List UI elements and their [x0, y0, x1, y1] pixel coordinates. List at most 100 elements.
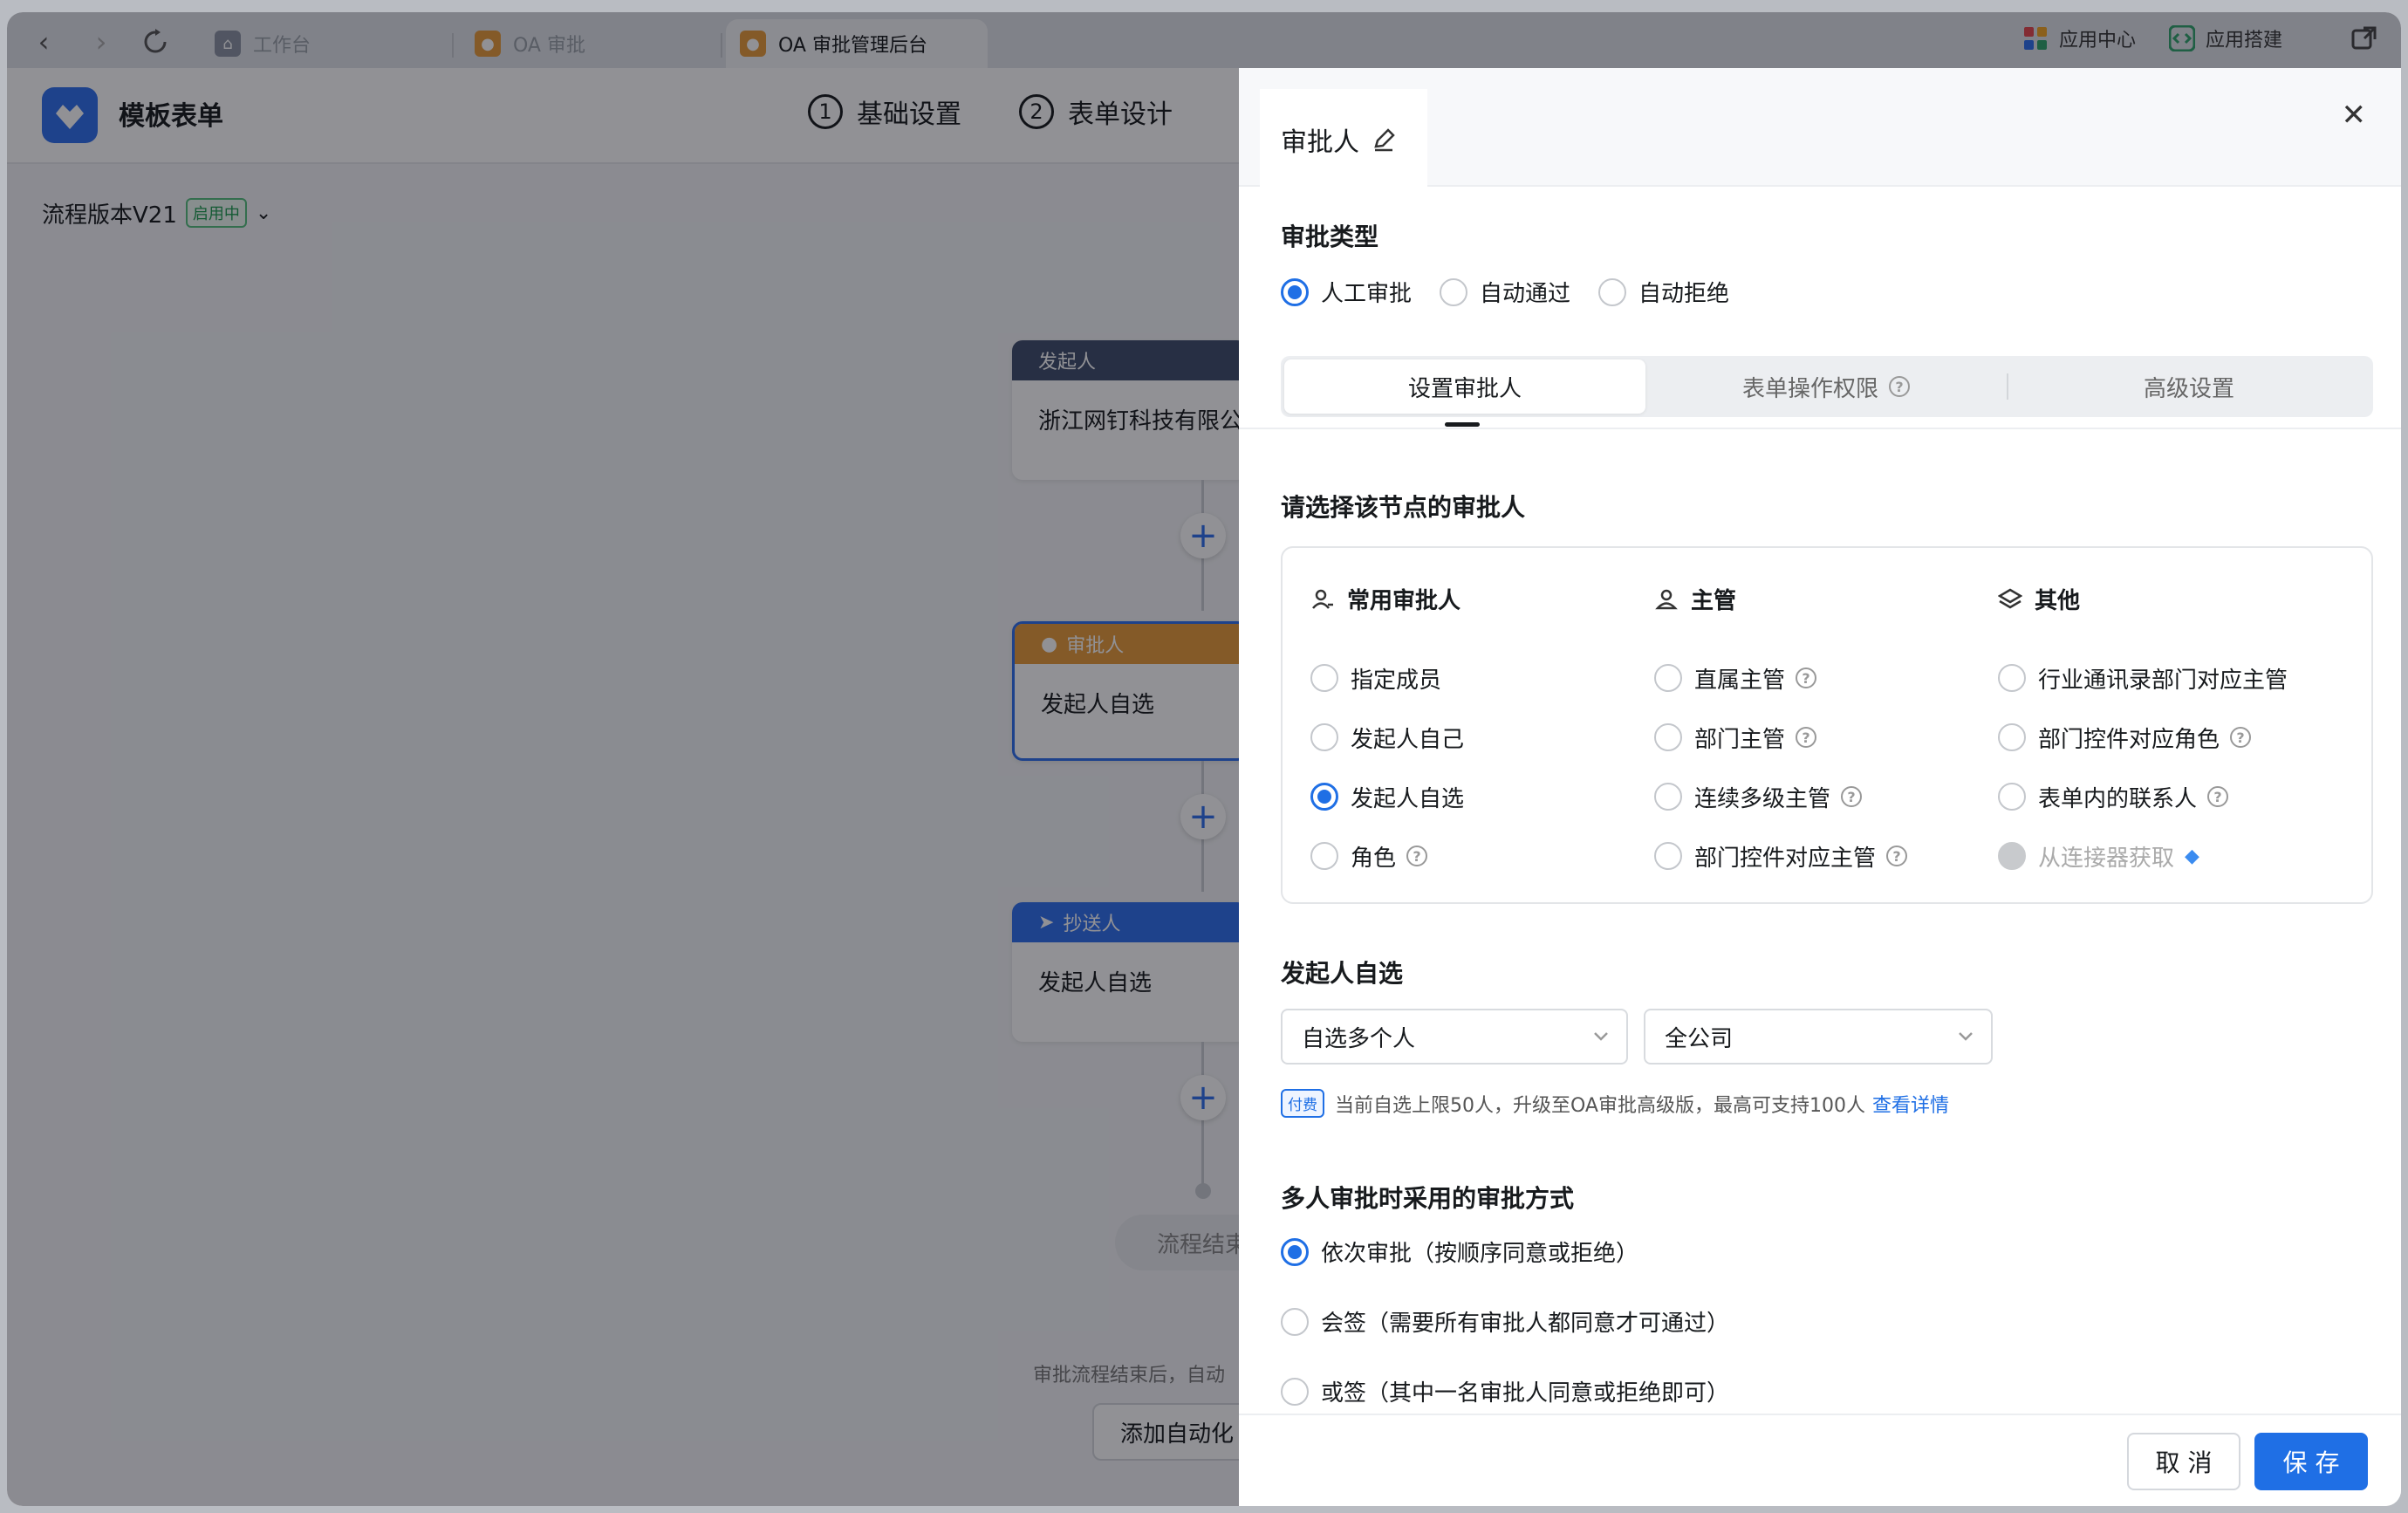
option-label: 表单内的联系人 [2038, 785, 2198, 812]
option-label: 从连接器获取 [2038, 845, 2175, 872]
tab-label: 表单操作权限 [1741, 375, 1878, 402]
tab-set-approver[interactable]: 设置审批人 [1284, 359, 1645, 414]
settings-segmented-control: 设置审批人 表单操作权限 ? 高级设置 [1281, 356, 2373, 417]
radio[interactable] [1654, 783, 1682, 811]
help-icon[interactable]: ? [1886, 846, 1908, 866]
user-icon [1312, 589, 1333, 609]
opt-direct-supervisor[interactable]: 直属主管? [1654, 648, 1907, 708]
radio-label: 会签（需要所有审批人都同意才可通过） [1321, 1311, 1730, 1337]
edit-icon[interactable] [1372, 127, 1396, 152]
cancel-button[interactable]: 取 消 [2127, 1433, 2240, 1490]
tab-form-permissions[interactable]: 表单操作权限 ? [1645, 359, 2007, 414]
radio-label: 或签（其中一名审批人同意或拒绝即可） [1321, 1380, 1730, 1407]
drawer-footer: 取 消 保 存 [1239, 1414, 2401, 1506]
radio[interactable] [1654, 664, 1682, 692]
self-select-title: 发起人自选 [1281, 959, 1404, 988]
help-icon[interactable]: ? [2230, 727, 2252, 748]
option-label: 直属主管 [1694, 667, 1786, 694]
tip-text: 当前自选上限50人，升级至OA审批高级版，最高可支持100人 [1335, 1094, 1865, 1117]
col-head-label: 其他 [2035, 588, 2081, 614]
approval-type-auto-pass[interactable]: 自动通过 [1440, 276, 1570, 308]
col-head-label: 常用审批人 [1347, 588, 1461, 614]
radio-label: 自动拒绝 [1638, 281, 1730, 307]
radio [1998, 842, 2026, 870]
help-icon[interactable]: ? [1889, 376, 1910, 397]
dropdown-value: 自选多个人 [1302, 1025, 1416, 1052]
opt-dept-supervisor[interactable]: 部门主管? [1654, 708, 1907, 767]
opt-dept-field-supervisor[interactable]: 部门控件对应主管? [1654, 826, 1908, 886]
option-label: 部门控件对应角色 [2038, 726, 2220, 753]
help-icon[interactable]: ? [1796, 727, 1817, 748]
radio[interactable] [1310, 783, 1338, 811]
radio[interactable] [1281, 1237, 1309, 1266]
col-head-label: 主管 [1691, 588, 1737, 614]
radio[interactable] [1310, 723, 1338, 751]
opt-initiator-self[interactable]: 发起人自己 [1310, 708, 1464, 767]
opt-form-contact[interactable]: 表单内的联系人? [1998, 767, 2288, 826]
radio[interactable] [1998, 723, 2026, 751]
option-label: 发起人自己 [1351, 726, 1465, 753]
radio[interactable] [1281, 1307, 1309, 1336]
diamond-icon: ◆ [2185, 845, 2199, 867]
radio[interactable] [1998, 664, 2026, 692]
option-label: 连续多级主管 [1694, 785, 1831, 812]
opt-multilevel-supervisor[interactable]: 连续多级主管? [1654, 767, 1907, 826]
chevron-down-icon [1959, 1032, 1973, 1041]
col-common: 常用审批人 指定成员 发起人自己 发起人自选 角色? [1310, 583, 1464, 886]
paid-badge: 付费 [1281, 1089, 1324, 1118]
option-label: 发起人自选 [1351, 785, 1465, 812]
radio-label: 依次审批（按顺序同意或拒绝） [1321, 1241, 1639, 1267]
close-icon[interactable]: ✕ [2342, 98, 2367, 133]
approval-type-auto-reject[interactable]: 自动拒绝 [1598, 276, 1729, 308]
option-label: 角色 [1351, 845, 1397, 872]
radio-label: 自动通过 [1480, 281, 1571, 307]
col-other: 其他 行业通讯录部门对应主管 部门控件对应角色? 表单内的联系人? 从连接器获取… [1998, 583, 2288, 886]
browser-window: ‹ › ⌂ 工作台 ● OA 审批 ● OA 审批管理后台 应用中心 应用搭建 [7, 12, 2401, 1506]
option-label: 部门主管 [1694, 726, 1786, 753]
chevron-down-icon [1594, 1032, 1608, 1041]
col-supervisor: 主管 直属主管? 部门主管? 连续多级主管? 部门控件对应主管? [1654, 583, 1908, 886]
approval-type-title: 审批类型 [1281, 222, 1379, 251]
opt-designated-member[interactable]: 指定成员 [1310, 648, 1464, 708]
active-tab-indicator [1445, 422, 1480, 427]
help-icon[interactable]: ? [1796, 668, 1817, 688]
help-icon[interactable]: ? [1406, 846, 1428, 866]
option-label: 部门控件对应主管 [1694, 845, 1877, 872]
col-head: 常用审批人 [1310, 583, 1464, 615]
dropdown-value: 全公司 [1665, 1025, 1734, 1052]
tab-advanced[interactable]: 高级设置 [2008, 359, 2370, 414]
radio[interactable] [1310, 664, 1338, 692]
multi-approve-title: 多人审批时采用的审批方式 [1281, 1184, 1575, 1213]
view-details-link[interactable]: 查看详情 [1872, 1090, 1949, 1118]
help-icon[interactable]: ? [1841, 786, 1863, 807]
supervisor-icon [1655, 589, 1678, 609]
radio[interactable] [1998, 783, 2026, 811]
radio[interactable] [1654, 723, 1682, 751]
opt-industry-dept-supervisor[interactable]: 行业通讯录部门对应主管 [1998, 648, 2288, 708]
approval-type-manual[interactable]: 人工审批 [1281, 276, 1412, 308]
radio-label: 人工审批 [1321, 281, 1413, 307]
opt-or-sign[interactable]: 或签（其中一名审批人同意或拒绝即可） [1281, 1375, 1729, 1407]
drawer-header: 审批人 ✕ [1239, 68, 2401, 190]
divider [1239, 428, 2401, 429]
self-select-scope-dropdown[interactable]: 全公司 [1644, 1009, 1993, 1065]
radio[interactable] [1281, 1377, 1309, 1406]
opt-role[interactable]: 角色? [1310, 826, 1464, 886]
radio[interactable] [1654, 842, 1682, 870]
opt-countersign[interactable]: 会签（需要所有审批人都同意才可通过） [1281, 1305, 1729, 1338]
help-icon[interactable]: ? [2207, 786, 2229, 807]
radio[interactable] [1310, 842, 1338, 870]
opt-dept-field-role[interactable]: 部门控件对应角色? [1998, 708, 2288, 767]
drawer-title[interactable]: 审批人 [1260, 89, 1427, 190]
drawer-title-label: 审批人 [1281, 127, 1359, 158]
opt-from-connector: 从连接器获取 ◆ [1998, 826, 2288, 886]
self-select-mode-dropdown[interactable]: 自选多个人 [1281, 1009, 1628, 1065]
radio[interactable] [1598, 277, 1627, 306]
opt-initiator-choose[interactable]: 发起人自选 [1310, 767, 1464, 826]
save-button[interactable]: 保 存 [2254, 1433, 2368, 1490]
opt-sequential[interactable]: 依次审批（按顺序同意或拒绝） [1281, 1236, 1638, 1268]
layers-icon [1998, 588, 2022, 608]
radio[interactable] [1281, 277, 1309, 306]
option-label: 指定成员 [1351, 667, 1442, 694]
radio[interactable] [1440, 277, 1468, 306]
